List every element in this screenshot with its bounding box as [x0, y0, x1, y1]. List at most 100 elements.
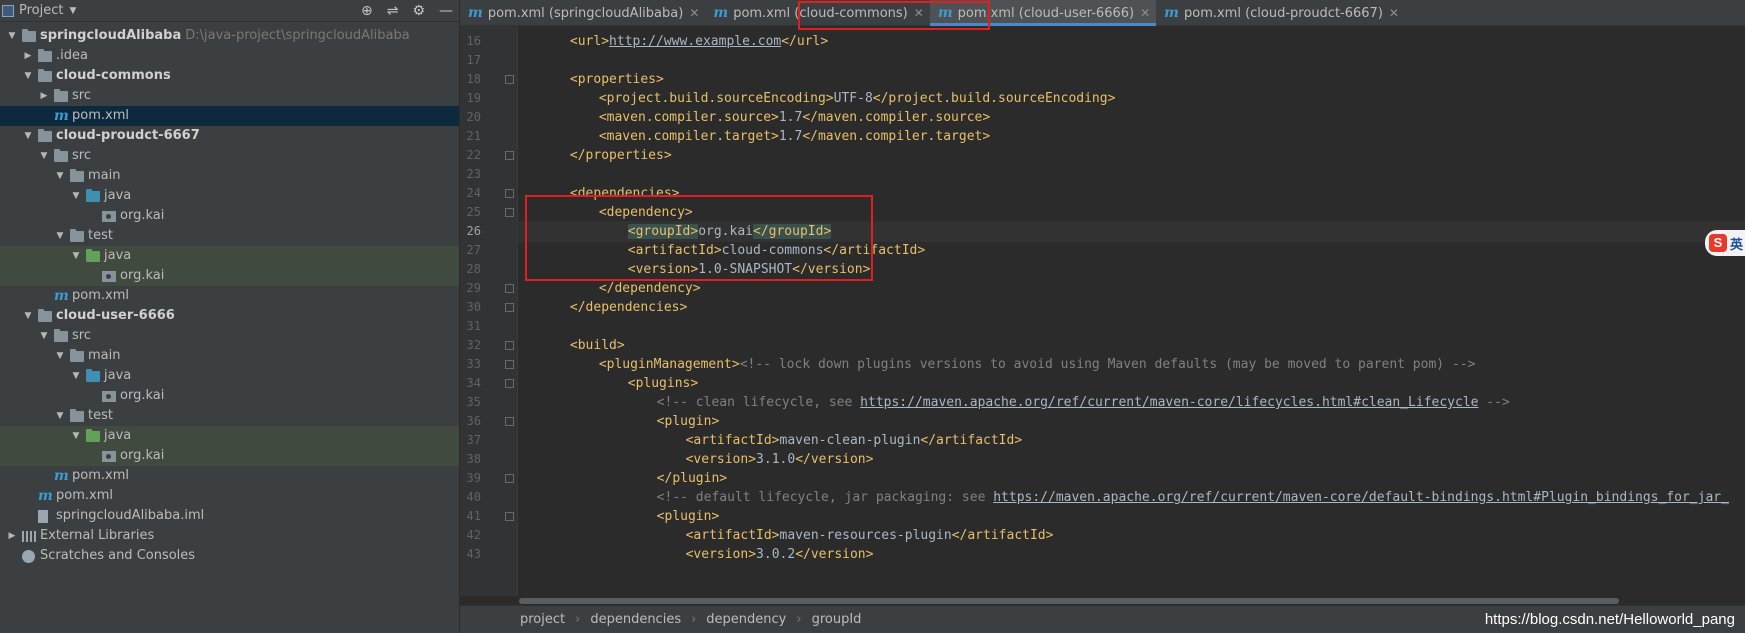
- breadcrumb-item[interactable]: project: [520, 612, 565, 627]
- hide-icon[interactable]: —: [439, 3, 453, 19]
- tree-item[interactable]: org.kai: [0, 386, 459, 406]
- tree-item[interactable]: ▼ java: [0, 366, 459, 386]
- tree-item[interactable]: ▼ cloud-user-6666: [0, 306, 459, 326]
- scrollbar-thumb[interactable]: [519, 598, 1619, 604]
- expand-arrow-icon[interactable]: ▼: [54, 346, 66, 366]
- project-panel-header[interactable]: Project ▼ ⊕ ⇌ ⚙ —: [0, 0, 459, 22]
- collapse-arrow-icon[interactable]: ▶: [38, 86, 50, 106]
- tree-item-text: cloud-proudct-6667: [56, 128, 200, 143]
- tree-item[interactable]: ▼ java: [0, 426, 459, 446]
- tree-item[interactable]: ▼ springcloudAlibaba D:\java-project\sprin…: [0, 26, 459, 46]
- editor-tab[interactable]: m pom.xml (cloud-proudct-6667) ✕: [1156, 0, 1405, 26]
- tree-item[interactable]: ▶ External Libraries: [0, 526, 459, 546]
- tree-item[interactable]: ▼ java: [0, 186, 459, 206]
- tree-item[interactable]: m pom.xml: [0, 486, 459, 506]
- gear-icon[interactable]: ⚙: [412, 3, 425, 19]
- expand-arrow-icon[interactable]: ▼: [38, 146, 50, 166]
- package-icon: [102, 211, 116, 222]
- folder-icon: [70, 169, 84, 182]
- tree-item[interactable]: ▼ src: [0, 326, 459, 346]
- expand-arrow-icon[interactable]: ▼: [54, 166, 66, 186]
- fold-marker-icon[interactable]: [505, 379, 514, 388]
- collapse-arrow-icon[interactable]: ▶: [22, 46, 34, 66]
- fold-marker-icon[interactable]: [505, 284, 514, 293]
- tree-item-text: java: [104, 368, 132, 383]
- expand-arrow-icon[interactable]: ▼: [22, 66, 34, 86]
- breadcrumb-item[interactable]: dependencies: [590, 612, 681, 627]
- code-tag: <version>: [685, 452, 757, 467]
- collapse-icon[interactable]: ⇌: [387, 3, 399, 19]
- tree-item[interactable]: springcloudAlibaba.iml: [0, 506, 459, 526]
- tree-item[interactable]: ▼ src: [0, 146, 459, 166]
- code-line: <plugin>: [519, 506, 1745, 527]
- line-number: 23: [466, 167, 481, 181]
- folder-icon: [70, 229, 84, 242]
- fold-marker-icon[interactable]: [505, 417, 514, 426]
- editor-tab[interactable]: m pom.xml (springcloudAlibaba) ✕: [460, 0, 705, 26]
- code-text: 1.0-SNAPSHOT: [698, 262, 793, 277]
- fold-marker-icon[interactable]: [505, 303, 514, 312]
- fold-marker-icon[interactable]: [505, 360, 514, 369]
- tree-item[interactable]: ▶ .idea: [0, 46, 459, 66]
- tree-item[interactable]: m pom.xml: [0, 106, 459, 126]
- code-link[interactable]: http://www.example.com: [609, 34, 781, 49]
- expand-arrow-icon[interactable]: ▼: [70, 366, 82, 386]
- tree-item[interactable]: Scratches and Consoles: [0, 546, 459, 566]
- tree-item[interactable]: org.kai: [0, 206, 459, 226]
- tree-item[interactable]: ▼ cloud-proudct-6667: [0, 126, 459, 146]
- tree-item-text: org.kai: [120, 448, 165, 463]
- code-tag: <pluginManagement>: [598, 357, 740, 372]
- tree-item[interactable]: ▼ java: [0, 246, 459, 266]
- close-icon[interactable]: ✕: [1140, 6, 1150, 20]
- editor-tab[interactable]: m pom.xml (cloud-commons) ✕: [705, 0, 929, 26]
- fold-marker-icon[interactable]: [505, 512, 514, 521]
- fold-marker-icon[interactable]: [505, 189, 514, 198]
- tree-item[interactable]: ▼ test: [0, 226, 459, 246]
- code-tag: </groupId>: [753, 224, 832, 239]
- fold-marker-icon[interactable]: [505, 208, 514, 217]
- project-panel: Project ▼ ⊕ ⇌ ⚙ — ▼ springcloudAlibaba D:\…: [0, 0, 460, 633]
- tree-item[interactable]: ▶ src: [0, 86, 459, 106]
- expand-arrow-icon[interactable]: ▼: [22, 126, 34, 146]
- expand-arrow-icon[interactable]: ▼: [54, 226, 66, 246]
- code-line: <properties>: [519, 69, 1745, 90]
- fold-marker-icon[interactable]: [505, 341, 514, 350]
- line-number: 38: [466, 452, 481, 466]
- expand-arrow-icon[interactable]: ▼: [70, 426, 82, 446]
- expand-arrow-icon[interactable]: ▼: [70, 246, 82, 266]
- expand-arrow-icon[interactable]: ▼: [70, 186, 82, 206]
- line-number: 27: [466, 243, 481, 257]
- close-icon[interactable]: ✕: [1389, 6, 1399, 20]
- collapse-arrow-icon[interactable]: ▶: [6, 526, 18, 546]
- horizontal-scrollbar[interactable]: [519, 596, 1745, 605]
- code-link[interactable]: https://maven.apache.org/ref/current/mav…: [860, 395, 1478, 410]
- expand-arrow-icon[interactable]: ▼: [22, 306, 34, 326]
- tree-item-text: test: [88, 408, 113, 423]
- tree-item-label: test: [88, 226, 113, 246]
- breadcrumb-item[interactable]: groupId: [812, 612, 862, 627]
- tree-item-label: org.kai: [120, 446, 164, 466]
- tree-item[interactable]: org.kai: [0, 446, 459, 466]
- tree-item[interactable]: m pom.xml: [0, 466, 459, 486]
- tree-item[interactable]: ▼ test: [0, 406, 459, 426]
- ime-indicator[interactable]: S 英: [1705, 230, 1745, 256]
- close-icon[interactable]: ✕: [689, 6, 699, 20]
- editor-tab[interactable]: m pom.xml (cloud-user-6666) ✕: [929, 0, 1157, 26]
- locate-icon[interactable]: ⊕: [361, 3, 373, 19]
- fold-marker-icon[interactable]: [505, 75, 514, 84]
- tree-item[interactable]: org.kai: [0, 266, 459, 286]
- expand-arrow-icon[interactable]: ▼: [54, 406, 66, 426]
- code-view[interactable]: <url>http://www.example.com</url> <proper…: [519, 26, 1745, 596]
- tree-item[interactable]: ▼ cloud-commons: [0, 66, 459, 86]
- breadcrumb-item[interactable]: dependency: [706, 612, 786, 627]
- fold-marker-icon[interactable]: [505, 474, 514, 483]
- fold-marker-icon[interactable]: [505, 151, 514, 160]
- close-icon[interactable]: ✕: [914, 6, 924, 20]
- tree-item[interactable]: ▼ main: [0, 166, 459, 186]
- tree-item[interactable]: m pom.xml: [0, 286, 459, 306]
- expand-arrow-icon[interactable]: ▼: [6, 26, 18, 46]
- chevron-down-icon[interactable]: ▼: [69, 6, 76, 16]
- code-link[interactable]: https://maven.apache.org/ref/current/mav…: [993, 490, 1729, 505]
- tree-item[interactable]: ▼ main: [0, 346, 459, 366]
- expand-arrow-icon[interactable]: ▼: [38, 326, 50, 346]
